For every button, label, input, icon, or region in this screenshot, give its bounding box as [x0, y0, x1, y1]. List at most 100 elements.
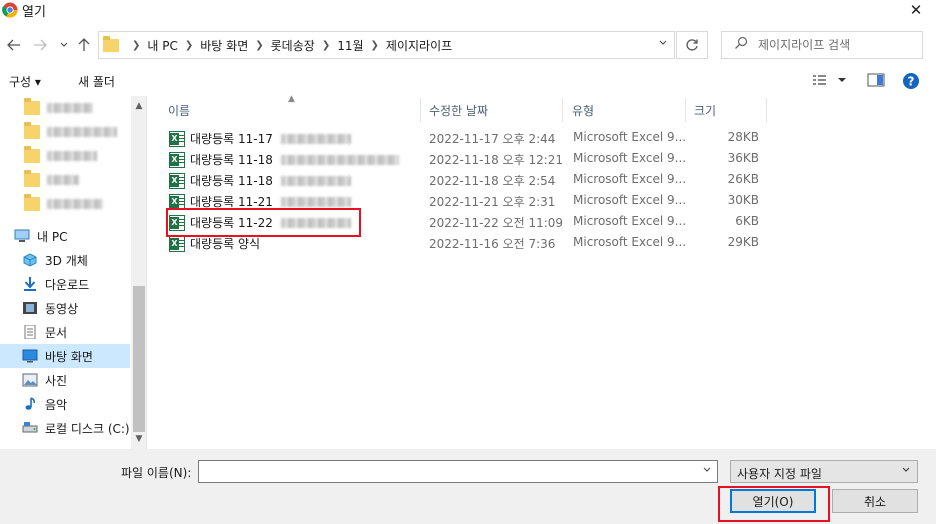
forward-arrow-icon[interactable] — [30, 34, 50, 56]
folder-icon — [103, 35, 119, 52]
music-icon — [25, 397, 36, 410]
search-input[interactable] — [758, 38, 918, 52]
file-name: 대량등록 11-18 — [190, 153, 273, 167]
column-divider[interactable] — [420, 98, 421, 122]
quick-access-folder[interactable] — [0, 144, 130, 168]
nav-item-desktop[interactable]: 바탕 화면 — [0, 344, 130, 368]
breadcrumb-item[interactable]: 바탕 화면 — [200, 37, 248, 54]
nav-item-this-pc[interactable]: 내 PC — [0, 224, 130, 248]
file-row[interactable]: 대량등록 11-17 2022-11-17 오후 2:44 Microsoft … — [165, 127, 765, 148]
file-size: 6KB — [735, 214, 759, 228]
help-icon[interactable]: ? — [902, 72, 920, 93]
file-size: 36KB — [727, 151, 759, 165]
file-row[interactable]: 대량등록 11-18 2022-11-18 오후 12:21 Microsoft… — [165, 148, 765, 169]
recent-locations-chevron-icon[interactable] — [54, 34, 74, 56]
file-type-filter[interactable]: 사용자 지정 파일 — [730, 460, 918, 483]
organize-button[interactable]: 구성 ▾ — [9, 73, 41, 90]
excel-file-icon — [169, 235, 185, 252]
chevron-right-icon[interactable]: ❯ — [322, 40, 330, 51]
chevron-right-icon[interactable]: ❯ — [255, 40, 263, 51]
excel-file-icon — [169, 172, 185, 189]
nav-item-music[interactable]: 음악 — [0, 392, 130, 416]
nav-label: 다운로드 — [45, 277, 90, 292]
chevron-right-icon: ❯ — [132, 39, 141, 51]
breadcrumb-item[interactable]: 11월 — [337, 37, 363, 54]
chevron-right-icon[interactable]: ❯ — [185, 40, 193, 51]
column-header-type[interactable]: 유형 — [572, 98, 594, 122]
nav-label: 3D 개체 — [45, 253, 88, 268]
quick-access-folder[interactable] — [0, 168, 130, 192]
file-name: 대량등록 양식 — [190, 237, 261, 251]
nav-label: 바탕 화면 — [45, 349, 93, 364]
file-name: 대량등록 11-18 — [190, 174, 273, 188]
pictures-icon — [22, 373, 38, 387]
close-icon[interactable]: ✕ — [896, 0, 936, 20]
preview-pane-icon[interactable] — [867, 72, 885, 91]
quick-access-folder[interactable] — [0, 96, 130, 120]
nav-item-pictures[interactable]: 사진 — [0, 368, 130, 392]
filename-label: 파일 이름(N): — [121, 466, 192, 480]
file-date: 2022-11-17 오후 2:44 — [429, 132, 556, 146]
search-icon — [734, 36, 752, 54]
scroll-up-icon[interactable]: ▲ — [131, 98, 146, 114]
nav-label: 음악 — [45, 397, 68, 412]
file-date: 2022-11-21 오후 2:31 — [429, 195, 556, 209]
scroll-down-icon[interactable]: ▼ — [131, 431, 146, 447]
back-arrow-icon[interactable] — [4, 34, 24, 56]
nav-item-local-disk[interactable]: 로컬 디스크 (C:) — [0, 416, 131, 440]
file-size: 28KB — [727, 130, 759, 144]
scrollbar-thumb[interactable] — [133, 286, 145, 432]
search-box[interactable] — [721, 31, 923, 59]
file-row[interactable]: 대량등록 11-18 2022-11-18 오후 2:54 Microsoft … — [165, 169, 765, 190]
nav-item-videos[interactable]: 동영상 — [0, 296, 130, 320]
nav-item-3d-objects[interactable]: 3D 개체 — [0, 248, 130, 272]
nav-label: 문서 — [45, 325, 68, 340]
file-type: Microsoft Excel 9... — [573, 193, 687, 207]
chevron-right-icon[interactable]: ❯ — [371, 40, 379, 51]
file-type: Microsoft Excel 9... — [573, 214, 687, 228]
chrome-app-icon — [2, 2, 18, 18]
nav-label: 사진 — [45, 373, 68, 388]
breadcrumb-item[interactable]: 롯데송장 — [271, 37, 315, 54]
command-toolbar: 구성 ▾ 새 폴더 ? — [0, 66, 936, 96]
file-date: 2022-11-22 오전 11:09 — [429, 216, 564, 230]
column-divider[interactable] — [766, 98, 767, 122]
address-bar[interactable]: ❯ 내 PC ❯ 바탕 화면 ❯ 롯데송장 ❯ 11월 ❯ 제이지라이프 — [98, 31, 675, 59]
filename-input[interactable] — [198, 460, 718, 483]
sort-ascending-icon: ▲ — [288, 94, 295, 104]
svg-text:?: ? — [908, 75, 915, 89]
breadcrumb-item[interactable]: 제이지라이프 — [386, 37, 452, 54]
breadcrumb-item[interactable]: 내 PC — [147, 37, 177, 54]
refresh-icon[interactable] — [676, 31, 708, 59]
chevron-down-icon — [901, 465, 911, 478]
up-arrow-icon[interactable] — [74, 34, 94, 56]
chevron-down-icon[interactable] — [658, 38, 668, 51]
navigation-pane: 내 PC 3D 개체 다운로드 동영상 문서 바탕 화면 사진 음악 로컬 디스 — [0, 96, 147, 449]
folder-icon — [24, 194, 40, 211]
breadcrumb: ❯ 내 PC ❯ 바탕 화면 ❯ 롯데송장 ❯ 11월 ❯ 제이지라이프 — [125, 37, 452, 54]
cancel-button[interactable]: 취소 — [832, 489, 918, 513]
column-header-modified[interactable]: 수정한 날짜 — [429, 98, 488, 122]
column-divider[interactable] — [562, 98, 563, 122]
column-header-size[interactable]: 크기 — [694, 98, 716, 122]
folder-icon — [24, 122, 40, 139]
excel-file-icon — [169, 130, 185, 147]
window-title: 열기 — [22, 5, 46, 20]
column-header-name[interactable]: 이름 — [168, 98, 190, 122]
file-type: Microsoft Excel 9... — [573, 130, 687, 144]
nav-item-documents[interactable]: 문서 — [0, 320, 130, 344]
address-row: ❯ 내 PC ❯ 바탕 화면 ❯ 롯데송장 ❯ 11월 ❯ 제이지라이프 — [0, 30, 936, 60]
nav-label: 내 PC — [37, 229, 68, 244]
chevron-down-icon[interactable] — [702, 465, 712, 478]
new-folder-button[interactable]: 새 폴더 — [78, 73, 115, 90]
nav-scrollbar[interactable]: ▲ ▼ — [131, 96, 146, 449]
nav-item-downloads[interactable]: 다운로드 — [0, 272, 130, 296]
quick-access-folder[interactable] — [0, 192, 130, 216]
quick-access-folder[interactable] — [0, 120, 130, 144]
drive-icon — [22, 422, 38, 433]
folder-icon — [24, 146, 40, 163]
view-options-icon[interactable] — [812, 72, 848, 91]
column-divider[interactable] — [685, 98, 686, 122]
file-size: 30KB — [727, 193, 759, 207]
3d-objects-icon — [23, 253, 37, 267]
